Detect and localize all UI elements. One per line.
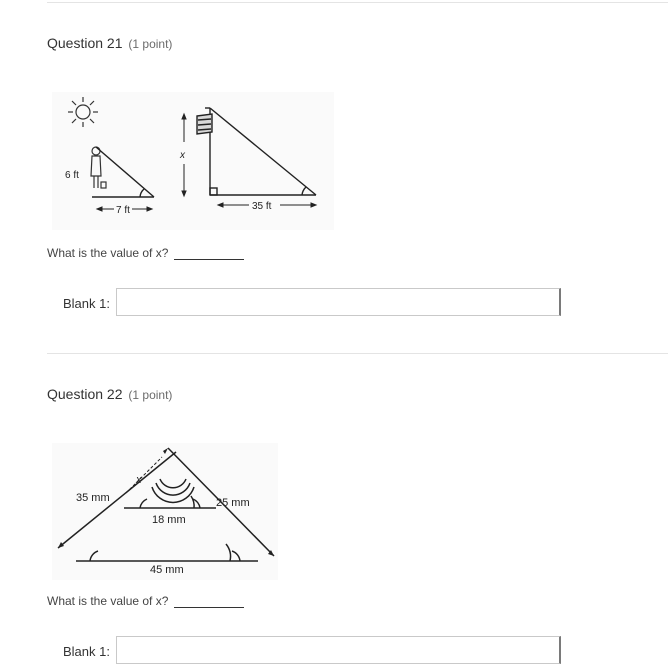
question-title-text: Question 22 bbox=[47, 386, 123, 402]
shadow-diagram: 6 ft 7 ft x 35 ft bbox=[65, 97, 318, 216]
left-side-label: 35 mm bbox=[76, 492, 110, 504]
question-22-title: Question 22 (1 point) bbox=[47, 386, 172, 402]
sun-icon bbox=[68, 97, 98, 127]
person-height-label: 6 ft bbox=[65, 170, 79, 181]
answer-line bbox=[174, 259, 245, 260]
question-21-figure: 6 ft 7 ft x 35 ft bbox=[52, 92, 334, 230]
person-shadow-label: 7 ft bbox=[116, 205, 130, 216]
similar-triangles-diagram: 35 mm x 25 mm 18 mm 45 mm bbox=[57, 447, 275, 576]
prompt-text: What is the value of x? bbox=[47, 594, 169, 608]
question-points: (1 point) bbox=[128, 388, 173, 402]
inner-base-label: 18 mm bbox=[152, 514, 186, 526]
question-22-blank-1-input[interactable] bbox=[116, 636, 561, 664]
question-21-title: Question 21 (1 point) bbox=[47, 35, 172, 51]
answer-line bbox=[174, 607, 245, 608]
question-22-figure: 35 mm x 25 mm 18 mm 45 mm bbox=[52, 443, 278, 580]
question-divider bbox=[47, 353, 668, 354]
top-divider bbox=[47, 2, 668, 3]
x-dimension-marker bbox=[125, 456, 163, 494]
question-points: (1 point) bbox=[128, 37, 173, 51]
question-21-prompt: What is the value of x? bbox=[47, 246, 245, 260]
blank-1-label: Blank 1: bbox=[63, 296, 110, 311]
outer-base-label: 45 mm bbox=[150, 564, 184, 576]
question-21-blank-1-input[interactable] bbox=[116, 288, 561, 316]
prompt-text: What is the value of x? bbox=[47, 246, 169, 260]
pole-height-label: x bbox=[179, 150, 186, 161]
question-22-prompt: What is the value of x? bbox=[47, 594, 245, 608]
right-side-label: 25 mm bbox=[216, 497, 250, 509]
flagpole bbox=[196, 107, 317, 196]
blank-1-label: Blank 1: bbox=[63, 644, 110, 659]
x-label: x bbox=[135, 474, 142, 486]
question-title-text: Question 21 bbox=[47, 35, 123, 51]
pole-shadow-label: 35 ft bbox=[252, 201, 272, 212]
